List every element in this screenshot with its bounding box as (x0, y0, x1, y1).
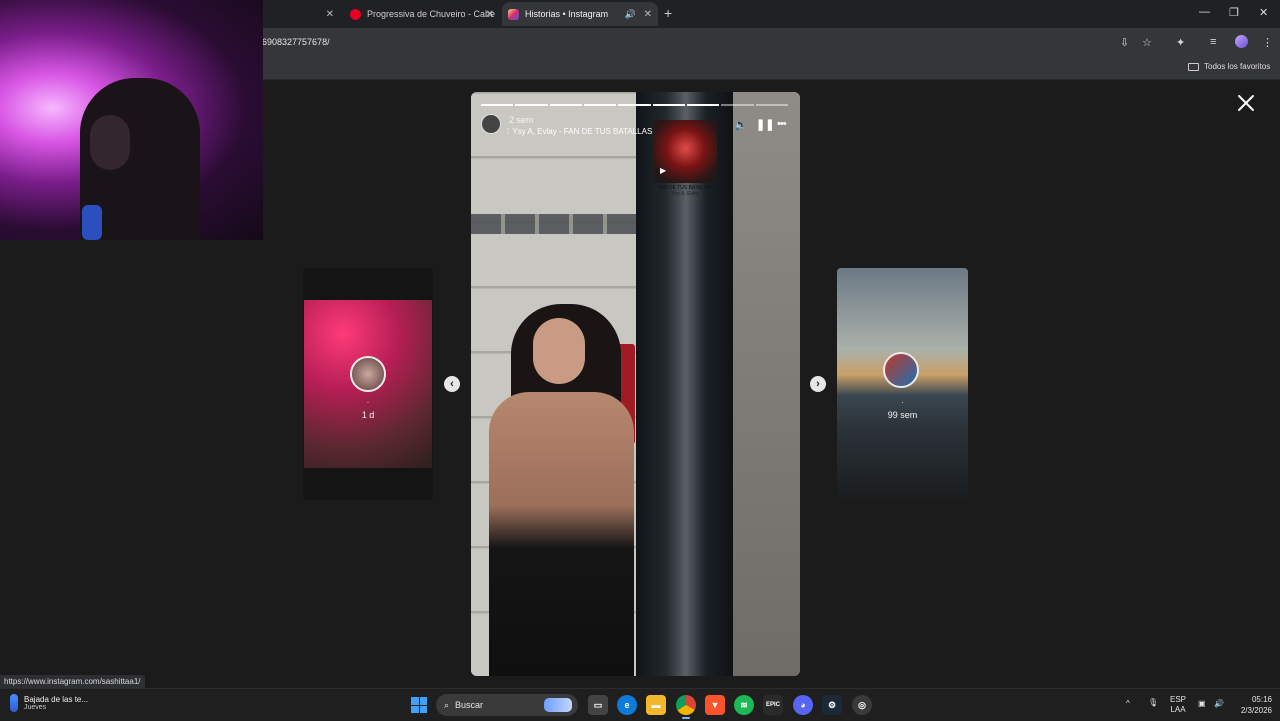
edge-icon[interactable]: e (617, 695, 637, 715)
weather-widget[interactable]: Bajada de las te... Jueves (10, 694, 88, 712)
next-story-time: 99 sem (887, 410, 918, 420)
task-view-icon[interactable]: ▭ (588, 695, 608, 715)
system-tray: ^ 🎙 ESP LAA ▣ 🔊 05:16 2/3/2026 (1124, 689, 1280, 721)
progress-segment (755, 104, 788, 106)
tab-close-icon[interactable]: ✕ (326, 9, 334, 20)
url-field[interactable]: 69083277576​78/ (262, 37, 330, 47)
pinterest-icon (350, 8, 361, 20)
status-bar-url: https://www.instagram.com/sashittaa1/ (0, 675, 145, 688)
previous-story-time: 1 d (361, 410, 375, 420)
install-app-icon[interactable]: ⇩ (1120, 36, 1129, 49)
progress-segment (515, 104, 548, 106)
taskbar: Bajada de las te... Jueves ⌕ Buscar ▭ e … (0, 688, 1280, 720)
more-options-icon[interactable]: ••• (777, 118, 787, 130)
story-header: 2 sem ⁞ Ysy A, Evlay - FAN DE TUS BATALL… (481, 114, 790, 144)
progress-segment (549, 104, 582, 106)
start-button[interactable] (411, 697, 427, 713)
thermometer-icon (10, 694, 18, 712)
previous-story-card[interactable]: . 1 d (303, 268, 433, 500)
search-placeholder: Buscar (455, 700, 484, 710)
microphone (82, 205, 102, 240)
progress-segment (481, 104, 514, 106)
tab-first[interactable]: o ✕ (258, 2, 340, 26)
tab-instagram[interactable]: Historias • Instagram 🔊 ✕ (502, 2, 658, 26)
webcam-overlay (0, 0, 263, 240)
pause-icon[interactable]: ❚❚ (756, 118, 774, 131)
extensions-icon[interactable]: ✦ (1176, 36, 1185, 49)
story-time: 2 sem (509, 115, 534, 125)
progress-segment (618, 104, 651, 106)
volume-icon[interactable]: 🔈 (734, 118, 748, 131)
tab-pinterest[interactable]: Progressiva de Chuveiro - Cabe ✕ (344, 2, 500, 26)
tab-close-icon[interactable]: ✕ (486, 9, 494, 20)
story-right-wall (733, 92, 800, 676)
restore-icon[interactable]: ❐ (1229, 6, 1239, 19)
previous-arrow-button[interactable]: ‹ (444, 376, 460, 392)
progress-segment (583, 104, 617, 106)
speaker-icon[interactable]: 🔊 (625, 9, 636, 20)
microphone-icon[interactable]: 🎙 (1148, 698, 1158, 707)
profile-avatar[interactable] (1235, 35, 1248, 48)
next-story-avatar (883, 352, 919, 388)
app-badge-icon[interactable]: ◎ (852, 695, 872, 715)
folder-icon (1188, 62, 1199, 71)
language-line-2: LAA (1170, 705, 1186, 714)
folder-label: Todos los favoritos (1204, 62, 1271, 71)
play-icon: ▶︎ (660, 166, 667, 175)
clock-date: 2/3/2026 (1240, 706, 1272, 715)
sticker-artist: Ysy A, Evlay (671, 191, 700, 197)
song-sticker[interactable]: ▶︎ FAN DE TUS BATALLAS Ysy A, Evlay (654, 120, 717, 200)
progress-segment (652, 104, 685, 106)
language-line-1: ESP (1170, 695, 1187, 704)
file-explorer-icon[interactable]: ▬ (646, 695, 666, 715)
minimize-icon[interactable]: — (1199, 6, 1210, 18)
search-highlight-image (544, 698, 572, 712)
previous-story-username: . (366, 396, 370, 405)
chevron-up-icon[interactable]: ^ (1126, 699, 1130, 708)
next-story-username: . (901, 396, 904, 405)
story-person-body (489, 392, 634, 676)
bookmark-star-icon[interactable]: ☆ (1142, 36, 1152, 49)
brave-icon[interactable]: ▼ (705, 695, 725, 715)
story-person-face (533, 318, 585, 384)
album-cover: ▶︎ (654, 120, 717, 183)
story-progress-bar (481, 104, 788, 106)
clock-time: 05:16 (1251, 695, 1272, 704)
taskbar-search[interactable]: ⌕ Buscar (436, 694, 578, 716)
tab-close-icon[interactable]: ✕ (644, 9, 652, 20)
volume-tray-icon[interactable]: 🔊 (1214, 699, 1224, 708)
menu-icon[interactable]: ⋮ (1262, 36, 1273, 49)
instagram-icon (508, 8, 519, 20)
weather-day: Jueves (24, 704, 47, 711)
previous-story-avatar (350, 356, 386, 392)
weather-title: Bajada de las te... (24, 695, 89, 704)
new-tab-icon[interactable]: + (664, 5, 672, 21)
close-icon[interactable] (1236, 93, 1256, 113)
spotify-icon[interactable]: ≋ (734, 695, 754, 715)
story-tile-border (471, 214, 641, 234)
chrome-icon[interactable] (676, 695, 696, 719)
progress-segment (721, 104, 754, 106)
tab-label: Progressiva de Chuveiro - Cabe (367, 9, 496, 19)
progress-segment (686, 104, 720, 106)
webcam-face (90, 115, 130, 170)
discord-icon[interactable]: ◕ (793, 695, 813, 715)
epic-games-icon[interactable]: EPIC (763, 695, 783, 715)
story-song-link[interactable]: ⁞ Ysy A, Evlay - FAN DE TUS BATALLAS (507, 127, 652, 136)
clock[interactable]: 05:16 2/3/2026 (1230, 694, 1272, 716)
steam-icon[interactable]: ⚙ (822, 695, 842, 715)
all-bookmarks-folder[interactable]: Todos los favoritos (1188, 62, 1270, 71)
tab-label: Historias • Instagram (525, 9, 609, 19)
story-author-avatar[interactable] (481, 114, 501, 134)
media-control-icon[interactable]: ≡ (1210, 36, 1216, 48)
search-icon: ⌕ (444, 699, 450, 710)
close-window-icon[interactable]: ✕ (1259, 6, 1268, 19)
music-icon: ⁞ (507, 127, 510, 136)
next-arrow-button[interactable]: › (810, 376, 826, 392)
next-story-card[interactable]: . 99 sem (837, 268, 968, 500)
story-song-label: Ysy A, Evlay - FAN DE TUS BATALLAS (512, 127, 653, 136)
network-icon[interactable]: ▣ (1198, 699, 1206, 708)
main-story[interactable]: 2 sem ⁞ Ysy A, Evlay - FAN DE TUS BATALL… (471, 92, 800, 676)
language-indicator[interactable]: ESP LAA (1170, 695, 1186, 715)
